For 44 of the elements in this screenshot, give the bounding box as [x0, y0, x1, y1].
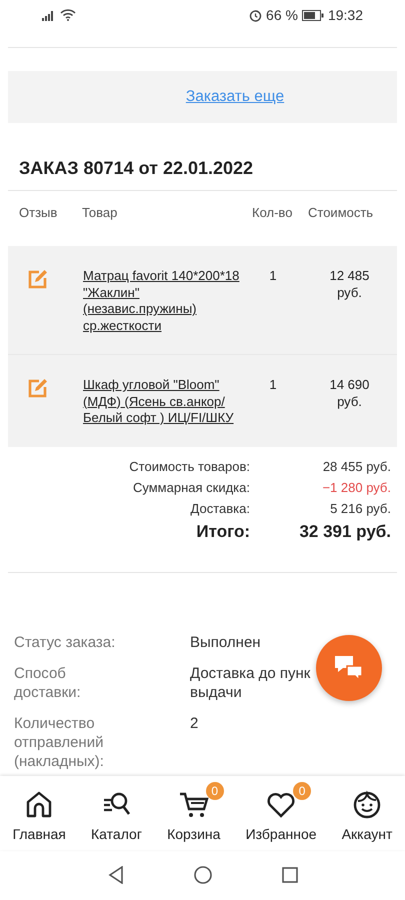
home-circle-icon[interactable] — [194, 866, 212, 884]
column-header: Стоимость — [307, 205, 374, 222]
cart-icon — [178, 790, 209, 820]
quantity: 1 — [269, 377, 278, 392]
column-header: Кол-во — [252, 205, 294, 222]
detail-label: Количество отправлений (накладных): — [14, 714, 105, 771]
summary-value: −1 280 руб. — [322, 480, 391, 495]
product-link[interactable]: Матрац favorit 140*200*18 "Жаклин" (независ.пружины) ср.жесткости — [71, 268, 252, 334]
battery-icon — [302, 10, 324, 20]
smiley-face-icon — [352, 790, 382, 820]
column-header: Отзыв — [18, 205, 58, 222]
battery-percent: 66 % — [266, 7, 298, 23]
price: 12 485 руб. — [330, 268, 370, 300]
column-header: Товар — [81, 205, 118, 222]
summary-label: Суммарная скидка: — [133, 480, 250, 495]
wifi-icon — [60, 9, 76, 21]
summary-value: 5 216 руб. — [330, 501, 391, 516]
count-badge: 0 — [293, 782, 312, 800]
clock-time: 19:32 — [328, 7, 363, 23]
summary-label: Доставка: — [190, 501, 250, 516]
detail-label: Способ доставки: — [14, 664, 82, 702]
detail-value: Выполнен — [190, 633, 261, 652]
heart-icon — [266, 790, 296, 820]
summary-value: 28 455 руб. — [322, 459, 391, 474]
alarm-icon — [249, 8, 262, 22]
count-badge: 0 — [206, 782, 224, 800]
nav-tab[interactable]: Главная — [12, 790, 66, 842]
price: 14 690 руб. — [330, 377, 370, 408]
recent-apps-icon[interactable] — [282, 867, 298, 883]
nav-tab[interactable]: Каталог — [91, 790, 142, 842]
detail-value: выдачи — [190, 683, 242, 702]
nav-tab[interactable]: Аккаунт — [342, 790, 392, 842]
summary-label: Итого: — [196, 522, 250, 541]
detail-value: 2 — [190, 714, 198, 733]
chat-button[interactable] — [316, 635, 382, 701]
detail-label: Статус заказа: — [14, 633, 116, 652]
order-title: ЗАКАЗ 80714 от 22.01.2022 — [19, 157, 254, 180]
back-icon[interactable] — [108, 866, 124, 884]
detail-value: Доставка до пунк — [190, 664, 310, 683]
product-link[interactable]: Шкаф угловой "Bloom" (МДФ) (Ясень св.анкор/ Белый софт ) ИЦ/FI/ШКУ — [71, 377, 252, 426]
summary-value: 32 391 руб. — [299, 522, 391, 541]
quantity: 1 — [269, 268, 278, 283]
summary-label: Стоимость товаров: — [129, 459, 250, 474]
signal-icon — [42, 10, 56, 20]
